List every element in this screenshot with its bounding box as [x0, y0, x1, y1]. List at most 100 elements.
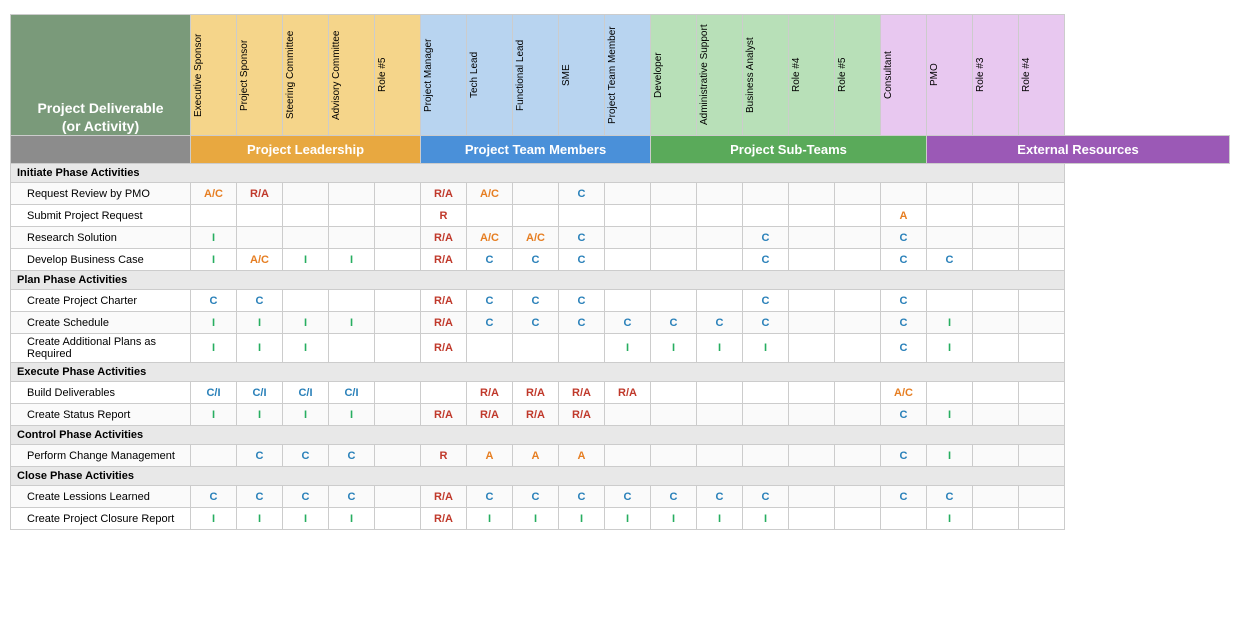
cell-r8-c11: I	[697, 334, 743, 363]
phase-label: Close Phase Activities	[11, 467, 1065, 486]
role-header-4: Role #5	[375, 15, 421, 136]
cell-r1-c3	[329, 183, 375, 205]
cell-r15-c14	[835, 486, 881, 508]
cell-r6-c7: C	[513, 290, 559, 312]
phase-label: Plan Phase Activities	[11, 271, 1065, 290]
cell-r16-c6: I	[467, 508, 513, 530]
cell-r1-c8: C	[559, 183, 605, 205]
raci-table: Project Deliverable(or Activity) Executi…	[10, 14, 1230, 530]
cell-r2-c16	[927, 205, 973, 227]
cell-r16-c3: I	[329, 508, 375, 530]
cell-r7-c0: I	[191, 312, 237, 334]
data-row: Perform Change ManagementCCCRAAACI	[11, 445, 1230, 467]
cell-r6-c18	[1019, 290, 1065, 312]
cell-r8-c13	[789, 334, 835, 363]
cell-r8-c1: I	[237, 334, 283, 363]
cell-r10-c11	[697, 382, 743, 404]
phase-label: Execute Phase Activities	[11, 363, 1065, 382]
role-header-3: Advisory Committee	[329, 15, 375, 136]
cell-r2-c1	[237, 205, 283, 227]
activity-cell: Create Project Charter	[11, 290, 191, 312]
role-header-5: Project Manager	[421, 15, 467, 136]
cell-r16-c5: R/A	[421, 508, 467, 530]
cell-r7-c9: C	[605, 312, 651, 334]
cell-r13-c17	[973, 445, 1019, 467]
phase-label: Control Phase Activities	[11, 426, 1065, 445]
role-header-6: Tech Lead	[467, 15, 513, 136]
cell-r10-c18	[1019, 382, 1065, 404]
data-row: Create Additional Plans as RequiredIIIR/…	[11, 334, 1230, 363]
cell-r3-c10	[651, 227, 697, 249]
group-header-3: External Resources	[927, 136, 1230, 164]
cell-r3-c12: C	[743, 227, 789, 249]
cell-r2-c2	[283, 205, 329, 227]
cell-r13-c10	[651, 445, 697, 467]
cell-r2-c9	[605, 205, 651, 227]
table-header: Project Deliverable(or Activity) Executi…	[11, 15, 1230, 164]
cell-r6-c5: R/A	[421, 290, 467, 312]
cell-r15-c5: R/A	[421, 486, 467, 508]
cell-r4-c10	[651, 249, 697, 271]
cell-r10-c0: C/I	[191, 382, 237, 404]
cell-r8-c18	[1019, 334, 1065, 363]
cell-r8-c12: I	[743, 334, 789, 363]
role-header-18: Role #4	[1019, 15, 1065, 136]
cell-r3-c16	[927, 227, 973, 249]
role-header-10: Developer	[651, 15, 697, 136]
cell-r6-c2	[283, 290, 329, 312]
cell-r6-c9	[605, 290, 651, 312]
cell-r8-c7	[513, 334, 559, 363]
cell-r13-c7: A	[513, 445, 559, 467]
cell-r10-c9: R/A	[605, 382, 651, 404]
data-row: Develop Business CaseIA/CIIR/ACCCCCC	[11, 249, 1230, 271]
cell-r15-c18	[1019, 486, 1065, 508]
cell-r16-c17	[973, 508, 1019, 530]
role-header-9: Project Team Member	[605, 15, 651, 136]
cell-r4-c6: C	[467, 249, 513, 271]
cell-r1-c5: R/A	[421, 183, 467, 205]
cell-r15-c8: C	[559, 486, 605, 508]
cell-r7-c7: C	[513, 312, 559, 334]
cell-r10-c12	[743, 382, 789, 404]
cell-r2-c18	[1019, 205, 1065, 227]
cell-r2-c0	[191, 205, 237, 227]
cell-r15-c7: C	[513, 486, 559, 508]
cell-r11-c7: R/A	[513, 404, 559, 426]
cell-r16-c2: I	[283, 508, 329, 530]
cell-r1-c4	[375, 183, 421, 205]
cell-r3-c7: A/C	[513, 227, 559, 249]
cell-r11-c12	[743, 404, 789, 426]
cell-r1-c18	[1019, 183, 1065, 205]
cell-r13-c16: I	[927, 445, 973, 467]
cell-r2-c8	[559, 205, 605, 227]
data-row: Build DeliverablesC/IC/IC/IC/IR/AR/AR/AR…	[11, 382, 1230, 404]
cell-r13-c15: C	[881, 445, 927, 467]
cell-r16-c12: I	[743, 508, 789, 530]
phase-row: Initiate Phase Activities	[11, 164, 1230, 183]
cell-r7-c5: R/A	[421, 312, 467, 334]
cell-r15-c17	[973, 486, 1019, 508]
activity-cell: Submit Project Request	[11, 205, 191, 227]
cell-r11-c1: I	[237, 404, 283, 426]
cell-r6-c11	[697, 290, 743, 312]
cell-r6-c14	[835, 290, 881, 312]
cell-r16-c7: I	[513, 508, 559, 530]
role-header-0: Executive Sponsor	[191, 15, 237, 136]
cell-r4-c1: A/C	[237, 249, 283, 271]
cell-r15-c15: C	[881, 486, 927, 508]
cell-r11-c13	[789, 404, 835, 426]
cell-r3-c15: C	[881, 227, 927, 249]
cell-r4-c2: I	[283, 249, 329, 271]
cell-r7-c14	[835, 312, 881, 334]
cell-r11-c5: R/A	[421, 404, 467, 426]
cell-r1-c0: A/C	[191, 183, 237, 205]
activity-cell: Create Additional Plans as Required	[11, 334, 191, 363]
activity-cell: Create Schedule	[11, 312, 191, 334]
cell-r3-c18	[1019, 227, 1065, 249]
cell-r3-c17	[973, 227, 1019, 249]
cell-r7-c15: C	[881, 312, 927, 334]
cell-r2-c3	[329, 205, 375, 227]
cell-r11-c4	[375, 404, 421, 426]
cell-r15-c12: C	[743, 486, 789, 508]
cell-r2-c5: R	[421, 205, 467, 227]
